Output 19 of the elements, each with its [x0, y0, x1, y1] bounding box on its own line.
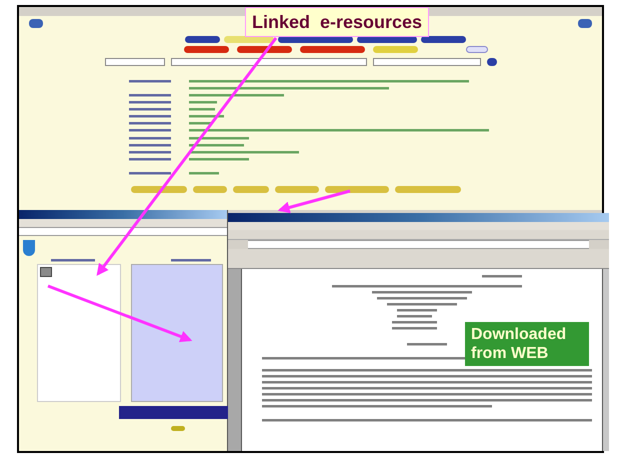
dropdown[interactable] [105, 58, 165, 66]
nav-button[interactable] [185, 36, 220, 43]
dropdown[interactable] [373, 58, 481, 66]
logo-icon [578, 19, 592, 28]
nav-button[interactable] [184, 46, 228, 53]
panel-heading-drawing [51, 259, 95, 262]
panel-heading-drawing [171, 259, 211, 262]
logo-icon [29, 19, 43, 28]
nav-button[interactable] [236, 46, 292, 53]
close-button[interactable] [171, 426, 185, 431]
nav-button[interactable] [300, 46, 364, 53]
action-button[interactable] [130, 186, 186, 193]
logo-icon [23, 240, 35, 256]
go-button[interactable] [487, 58, 497, 66]
nav-button[interactable] [421, 36, 466, 43]
callout-label: Downloaded from WEB [465, 322, 589, 366]
callout-label: Linked e-resources [245, 7, 430, 37]
search-field[interactable] [171, 58, 367, 66]
action-button[interactable] [324, 186, 388, 193]
